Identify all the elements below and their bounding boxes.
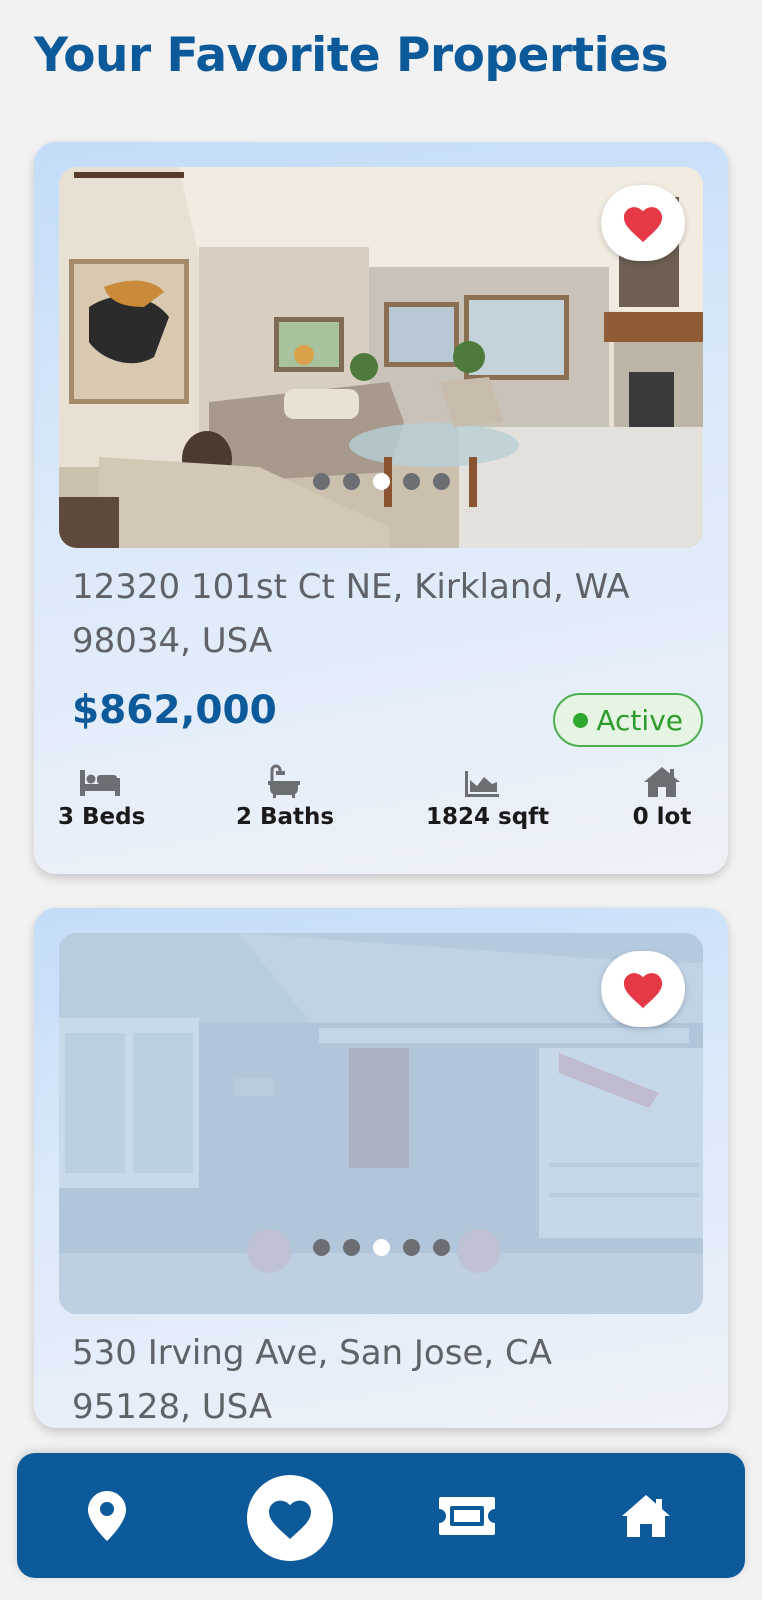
- carousel-dot[interactable]: [402, 473, 420, 490]
- property-card[interactable]: 12320 101st Ct NE, Kirkland, WA 98034, U…: [34, 142, 728, 874]
- heart-icon: [269, 1500, 311, 1539]
- carousel-dot[interactable]: [312, 1239, 330, 1256]
- carousel-dot[interactable]: [432, 1239, 450, 1256]
- stat-sqft: 1824 sqft: [426, 760, 550, 830]
- status-dot: [573, 712, 589, 728]
- status-badge: Active: [553, 693, 703, 747]
- property-photo[interactable]: [59, 933, 703, 1314]
- property-photo[interactable]: [59, 167, 703, 548]
- page-title: Your Favorite Properties: [34, 28, 669, 83]
- favorite-button[interactable]: [601, 951, 685, 1027]
- carousel-dot[interactable]: [342, 1239, 360, 1256]
- carousel-dot[interactable]: [342, 473, 360, 490]
- nav-tickets[interactable]: [427, 1453, 507, 1578]
- map-pin-icon: [88, 1490, 126, 1541]
- carousel-dot-active[interactable]: [372, 473, 390, 490]
- nav-favorites[interactable]: [247, 1475, 333, 1561]
- nav-map[interactable]: [72, 1453, 142, 1578]
- status-text: Active: [596, 703, 683, 737]
- baths-label: 2 Baths: [236, 804, 335, 830]
- photo-carousel-dots[interactable]: [59, 473, 703, 490]
- property-card[interactable]: 530 Irving Ave, San Jose, CA 95128, USA: [34, 908, 728, 1428]
- sqft-label: 1824 sqft: [426, 804, 550, 830]
- heart-icon: [623, 973, 663, 1009]
- favorites-page: Your Favorite Properties 12320 101st Ct …: [0, 0, 762, 1600]
- property-address: 12320 101st Ct NE, Kirkland, WA 98034, U…: [72, 567, 630, 661]
- property-stats: 3 Beds 2 Baths 1824 sqft 0 lot: [34, 760, 728, 840]
- photo-carousel-dots[interactable]: [59, 1239, 703, 1256]
- carousel-dot[interactable]: [432, 473, 450, 490]
- bathtub-icon: [268, 764, 300, 798]
- bed-icon: [80, 770, 120, 796]
- carousel-dot-active[interactable]: [372, 1239, 390, 1256]
- lot-label: 0 lot: [632, 804, 692, 830]
- property-address: 530 Irving Ave, San Jose, CA 95128, USA: [72, 1333, 552, 1427]
- favorite-button[interactable]: [601, 185, 685, 261]
- carousel-dot[interactable]: [312, 473, 330, 490]
- stat-baths: 2 Baths: [236, 760, 335, 830]
- home-icon: [622, 1494, 670, 1537]
- stat-beds: 3 Beds: [58, 760, 146, 830]
- ticket-icon: [439, 1496, 495, 1535]
- heart-icon: [623, 207, 663, 243]
- house-icon: [644, 767, 680, 797]
- bottom-navigation: [17, 1453, 745, 1578]
- nav-home[interactable]: [611, 1453, 681, 1578]
- property-price: $862,000: [72, 688, 277, 733]
- carousel-dot[interactable]: [402, 1239, 420, 1256]
- stat-lot: 0 lot: [630, 760, 694, 830]
- beds-label: 3 Beds: [58, 804, 146, 830]
- area-chart-icon: [465, 771, 499, 797]
